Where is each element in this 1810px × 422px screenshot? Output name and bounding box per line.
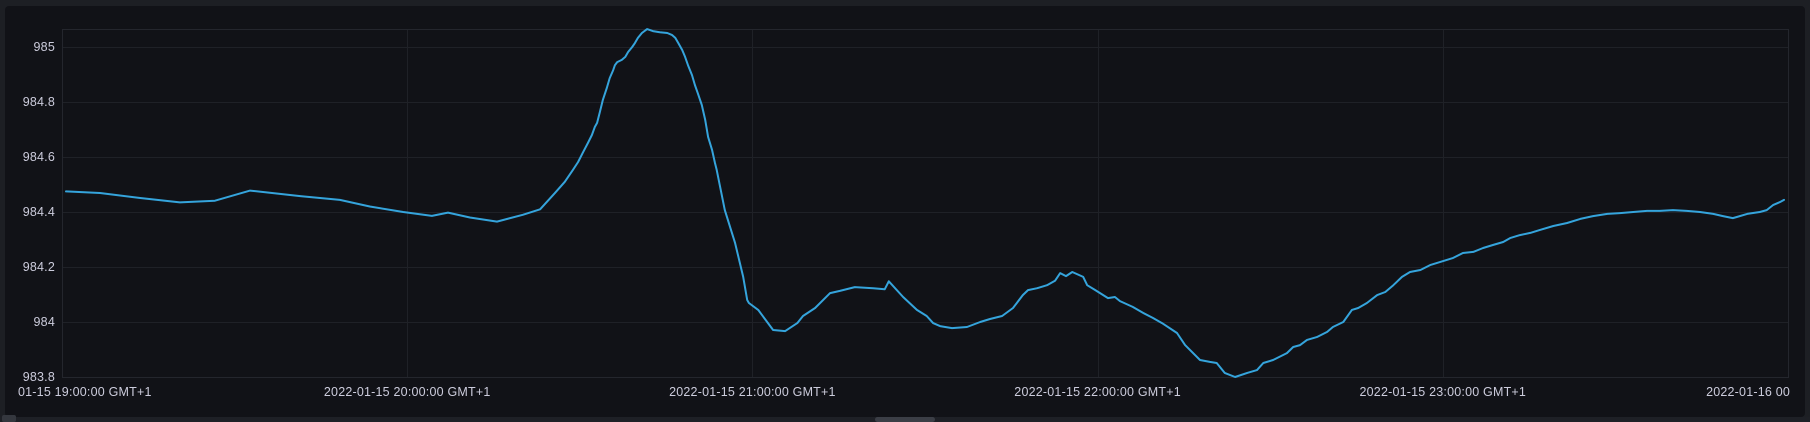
- plot-area[interactable]: [62, 29, 1788, 377]
- y-axis-tick-label: 984.2: [0, 259, 55, 275]
- y-axis-tick-label: 984.6: [0, 149, 55, 165]
- x-axis-tick-label: 2022-01-15 22:00:00 GMT+1: [1014, 384, 1181, 400]
- x-axis-tick-label: 2022-01-16 00: [1706, 384, 1790, 400]
- horizontal-scrollbar-thumb[interactable]: [875, 417, 935, 422]
- x-axis-tick-label: 2022-01-15 20:00:00 GMT+1: [324, 384, 491, 400]
- horizontal-scrollbar-track[interactable]: [0, 417, 1810, 422]
- scrollbar-left-corner: [2, 415, 16, 422]
- y-axis-tick-label: 983.8: [0, 369, 55, 385]
- y-axis-tick-label: 985: [0, 39, 55, 55]
- chart-svg: [0, 0, 1810, 422]
- time-series-chart: 985 984.8 984.6 984.4 984.2 984 983.801-15 19:…: [0, 0, 1810, 422]
- y-axis-tick-label: 984.8: [0, 94, 55, 110]
- x-axis-tick-label: 2022-01-15 21:00:00 GMT+1: [669, 384, 836, 400]
- y-axis-tick-label: 984: [0, 314, 55, 330]
- y-axis-tick-label: 984.4: [0, 204, 55, 220]
- x-axis-tick-label: 2022-01-15 23:00:00 GMT+1: [1360, 384, 1527, 400]
- dashboard-background: 985 984.8 984.6 984.4 984.2 984 983.801-15 19:…: [0, 0, 1810, 422]
- x-axis-tick-label: 01-15 19:00:00 GMT+1: [18, 384, 152, 400]
